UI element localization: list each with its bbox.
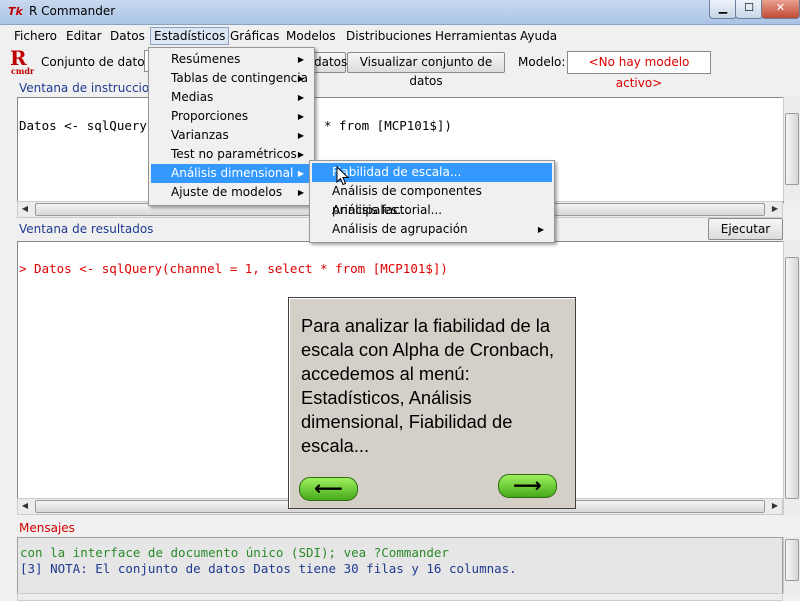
rcmdr-logo: R xyxy=(10,46,27,70)
menu-item-varianzas[interactable]: Varianzas ▶ xyxy=(151,126,312,145)
back-arrow-button[interactable]: ⟵ xyxy=(299,477,358,501)
output-window-label: Ventana de resultados xyxy=(19,222,154,236)
menu-graficas[interactable]: Gráficas xyxy=(227,28,282,44)
submenu-arrow-icon: ▶ xyxy=(297,188,304,197)
arrow-left-icon: ⟵ xyxy=(314,476,343,500)
next-arrow-button[interactable]: ⟶ xyxy=(498,474,557,498)
active-model-button[interactable]: <No hay modelo activo> xyxy=(567,51,711,90)
messages-window[interactable]: con la interface de documento único (SDI… xyxy=(17,537,783,594)
menu-fichero[interactable]: Fichero xyxy=(11,28,60,44)
menu-datos[interactable]: Datos xyxy=(107,28,148,44)
messages-label: Mensajes xyxy=(19,521,75,535)
menu-bar: Fichero Editar Datos Estadísticos Gráfic… xyxy=(0,26,800,46)
submenu-arrow-icon: ▶ xyxy=(297,93,304,102)
menu-item-label: Proporciones xyxy=(171,109,249,123)
minimize-button[interactable]: ▁ xyxy=(709,0,737,19)
model-label: Modelo: xyxy=(518,55,566,69)
arrow-right-icon: ⟶ xyxy=(513,473,542,497)
messages-vscroll-thumb[interactable] xyxy=(785,539,799,581)
tutorial-text: Para analizar la fiabilidad de la escala… xyxy=(301,315,555,456)
menu-ayuda[interactable]: Ayuda xyxy=(517,28,560,44)
script-vscroll-thumb[interactable] xyxy=(785,113,799,185)
menu-item-label: Resúmenes xyxy=(171,52,241,66)
edit-dataset-button[interactable]: datos xyxy=(313,52,347,73)
menu-item-label: Test no paramétricos xyxy=(171,147,297,161)
output-vscroll-thumb[interactable] xyxy=(785,257,799,499)
scroll-right-icon[interactable]: ▶ xyxy=(768,499,782,513)
window-title: R Commander xyxy=(29,4,116,18)
message-line: con la interface de documento único (SDI… xyxy=(20,545,449,560)
menu-item-resumenes[interactable]: Resúmenes ▶ xyxy=(151,50,312,69)
menu-herramientas[interactable]: Herramientas xyxy=(432,28,520,44)
menu-item-tablas-contingencia[interactable]: Tablas de contingencia ▶ xyxy=(151,69,312,88)
submenu-arrow-icon: ▶ xyxy=(297,74,304,83)
menu-item-label: Tablas de contingencia xyxy=(171,71,308,85)
scroll-right-icon[interactable]: ▶ xyxy=(768,202,782,216)
script-line-right: * from [MCP101$]) xyxy=(324,118,452,133)
menu-item-label: Ajuste de modelos xyxy=(171,185,283,199)
messages-vertical-scrollbar[interactable] xyxy=(783,537,800,594)
tutorial-callout: Para analizar la fiabilidad de la escala… xyxy=(288,297,576,509)
submenu-arrow-icon: ▶ xyxy=(537,225,544,234)
submenu-arrow-icon: ▶ xyxy=(297,131,304,140)
menu-estadisticos[interactable]: Estadísticos xyxy=(150,27,230,45)
maximize-button[interactable]: ☐ xyxy=(735,0,763,19)
menu-modelos[interactable]: Modelos xyxy=(283,28,339,44)
title-bar[interactable]: Tk R Commander ▁ ☐ ✕ xyxy=(0,0,800,25)
menu-item-analisis-dimensional[interactable]: Análisis dimensional ▶ xyxy=(151,164,312,183)
run-button[interactable]: Ejecutar xyxy=(708,218,783,240)
view-dataset-button[interactable]: Visualizar conjunto de datos xyxy=(347,52,505,88)
script-line-left: Datos <- sqlQuery xyxy=(19,118,147,133)
output-command-line: > Datos <- sqlQuery(channel = 1, select … xyxy=(19,261,448,276)
tk-app-icon: Tk xyxy=(8,5,23,18)
submenu-arrow-icon: ▶ xyxy=(297,55,304,64)
script-vertical-scrollbar[interactable] xyxy=(783,97,800,201)
menu-distribuciones[interactable]: Distribuciones xyxy=(343,28,435,44)
output-vertical-scrollbar[interactable] xyxy=(783,241,800,515)
scroll-left-icon[interactable]: ◀ xyxy=(18,499,32,513)
menu-item-test-no-parametricos[interactable]: Test no paramétricos ▶ xyxy=(151,145,312,164)
menu-item-analisis-agrupacion[interactable]: Análisis de agrupación ▶ xyxy=(312,220,552,239)
menu-editar[interactable]: Editar xyxy=(63,28,105,44)
close-button[interactable]: ✕ xyxy=(761,0,800,19)
submenu-arrow-icon: ▶ xyxy=(297,112,304,121)
menu-item-label: Fiabilidad de escala... xyxy=(332,165,462,179)
message-line: [3] NOTA: El conjunto de datos Datos tie… xyxy=(20,561,517,576)
menu-item-ajuste-modelos[interactable]: Ajuste de modelos ▶ xyxy=(151,183,312,202)
menu-item-label: Medias xyxy=(171,90,214,104)
menu-item-medias[interactable]: Medias ▶ xyxy=(151,88,312,107)
menu-item-proporciones[interactable]: Proporciones ▶ xyxy=(151,107,312,126)
submenu-arrow-icon: ▶ xyxy=(297,150,304,159)
menu-item-label: Análisis factorial... xyxy=(332,203,443,217)
dataset-label: Conjunto de datos: xyxy=(41,55,155,69)
menu-item-label: Análisis dimensional xyxy=(171,166,294,180)
scroll-left-icon[interactable]: ◀ xyxy=(18,202,32,216)
menu-item-analisis-factorial[interactable]: Análisis factorial... xyxy=(312,201,552,220)
rcmdr-logo-subtext: cmdr xyxy=(11,66,35,76)
submenu-arrow-icon: ▶ xyxy=(297,169,304,178)
menu-item-label: Varianzas xyxy=(171,128,229,142)
menu-item-label: Análisis de agrupación xyxy=(332,222,468,236)
stats-menu-dropdown: Resúmenes ▶ Tablas de contingencia ▶ Media… xyxy=(148,47,315,206)
mouse-pointer-icon xyxy=(336,166,350,186)
